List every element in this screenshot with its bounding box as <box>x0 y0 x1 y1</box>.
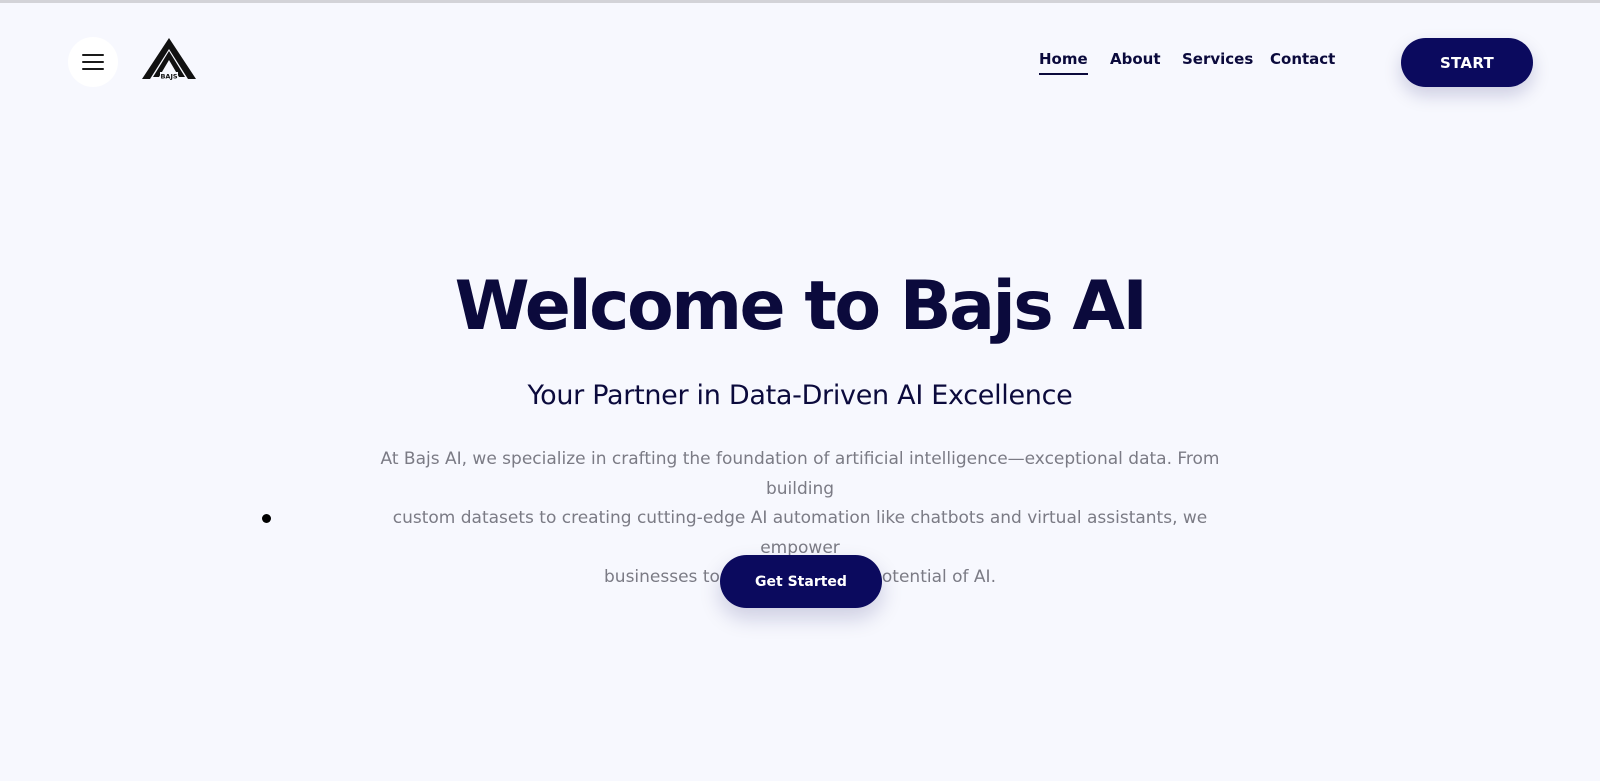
page: BAJS Home About Services Contact START W… <box>0 0 1600 781</box>
nav-contact[interactable]: Contact <box>1270 50 1335 68</box>
start-button[interactable]: START <box>1401 38 1533 87</box>
hero-title: Welcome to Bajs AI <box>454 267 1148 346</box>
hero-description-line: custom datasets to creating cutting-edge… <box>392 508 1208 558</box>
hero-description-line: At Bajs AI, we specialize in crafting th… <box>380 449 1220 499</box>
main-nav: Home About Services Contact <box>0 50 1600 80</box>
nav-about[interactable]: About <box>1110 50 1161 68</box>
hero-subtitle: Your Partner in Data-Driven AI Excellenc… <box>527 380 1073 411</box>
get-started-button[interactable]: Get Started <box>720 555 882 608</box>
nav-home[interactable]: Home <box>1039 50 1088 75</box>
top-divider <box>0 0 1600 3</box>
cursor-dot <box>262 514 271 523</box>
nav-services[interactable]: Services <box>1182 50 1253 68</box>
